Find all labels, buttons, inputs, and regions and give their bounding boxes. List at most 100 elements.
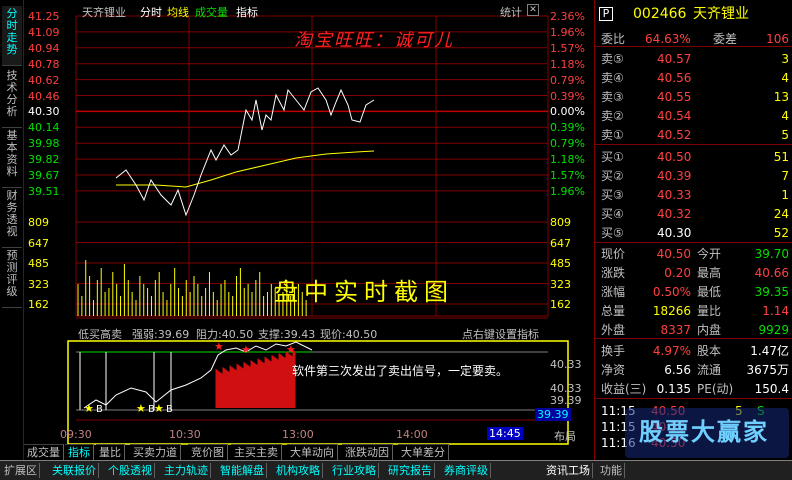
bid-price[interactable]: 40.39	[657, 167, 691, 186]
signal-note: 软件第三次发出了卖出信号，一定要卖。	[292, 364, 509, 378]
ctab-indicator[interactable]: 指标	[65, 444, 94, 460]
bid-label: 买⑤	[601, 226, 624, 240]
ctab-auction[interactable]: 竞价图	[188, 444, 228, 460]
btab-info-factory[interactable]: 资讯工场	[544, 463, 593, 478]
btab-extension[interactable]: 扩展区	[2, 463, 40, 478]
indicator-current: 现价:40.50	[320, 328, 378, 341]
bid-price[interactable]: 40.50	[657, 148, 691, 167]
stat-label: 总量	[601, 304, 626, 318]
menu-indicator[interactable]: 指标	[236, 4, 258, 20]
current-time: 14:45	[487, 427, 523, 440]
menu-avg-line[interactable]: 均线	[167, 4, 189, 20]
volume-tick: 323	[28, 277, 49, 291]
price-line	[115, 87, 375, 217]
btab-broker-rating[interactable]: 券商评级	[442, 463, 491, 478]
intraday-chart[interactable]: ★ ★ ★ ★ ★ ★ B B B 天齐锂业 分时 均线 成交量 指标 统计 ✕ 41.25 2.…	[24, 0, 594, 445]
letter-badge[interactable]: P	[599, 7, 613, 21]
panel-divider	[595, 338, 792, 339]
tab-technical[interactable]: 技术分析	[2, 68, 22, 128]
average-price-line	[116, 150, 375, 188]
pct-tick: 1.18%	[550, 57, 585, 71]
btab-smart-analysis[interactable]: 智能解盘	[218, 463, 267, 478]
pct-tick: 2.36%	[550, 10, 585, 23]
pct-tick: 1.18%	[550, 153, 585, 167]
fund-label: 净资	[601, 363, 626, 377]
btab-main-track[interactable]: 主力轨迹	[162, 463, 211, 478]
watermark-seller: 淘宝旺旺：诚可儿	[294, 30, 454, 51]
price-tick: 40.46	[28, 89, 60, 103]
btab-industry[interactable]: 行业攻略	[330, 463, 379, 478]
stat-value: 40.66	[754, 266, 789, 280]
btab-function[interactable]: 功能	[598, 463, 625, 478]
tab-finance[interactable]: 财务透视	[2, 188, 22, 248]
ctab-buy-sell-power[interactable]: 买卖力道	[130, 444, 181, 460]
layout-button[interactable]: 布局	[554, 428, 576, 444]
svg-text:B: B	[148, 404, 155, 415]
bid-label: 买④	[601, 207, 624, 221]
tab-basic-info[interactable]: 基本资料	[2, 128, 22, 188]
btab-stock-insight[interactable]: 个股透视	[106, 463, 155, 478]
volume-tick-right: 485	[550, 257, 571, 270]
tab-intraday[interactable]: 分时走势	[2, 6, 22, 66]
stat-label: 量比	[697, 304, 722, 318]
ask-price[interactable]: 40.55	[657, 88, 691, 107]
ctab-big-order-diff[interactable]: 大单差分	[398, 444, 449, 460]
fund-label: 股本	[697, 344, 722, 358]
bid-volume: 24	[773, 207, 789, 221]
ask-price[interactable]: 40.52	[657, 126, 691, 145]
menu-intraday[interactable]: 分时	[140, 4, 162, 20]
pct-tick: 0.39%	[550, 89, 585, 103]
pct-tick: 0.00%	[550, 105, 585, 119]
btab-institution[interactable]: 机构攻略	[274, 463, 323, 478]
stat-label: 现价	[601, 247, 626, 261]
stat-value: 0.50%	[652, 285, 691, 299]
stat-label: 最高	[697, 266, 722, 280]
btab-related-quote[interactable]: 关联报价	[50, 463, 99, 478]
ctab-volume[interactable]: 成交量	[24, 444, 64, 460]
time-1400: 14:00	[396, 428, 428, 441]
ctab-change-cause[interactable]: 涨跌动因	[342, 444, 393, 460]
ctab-main-buy-sell[interactable]: 主买主卖	[231, 444, 282, 460]
svg-text:★: ★	[241, 343, 251, 356]
ctab-volume-ratio[interactable]: 量比	[96, 444, 125, 460]
time-0930: 09:30	[60, 428, 92, 441]
indicator-settings-hint[interactable]: 点右键设置指标	[462, 326, 539, 342]
time-1030: 10:30	[169, 428, 201, 441]
indicator-strength: 强弱:39.69	[132, 328, 190, 341]
menu-volume[interactable]: 成交量	[195, 4, 228, 20]
ask-price[interactable]: 40.57	[657, 50, 691, 69]
ask-volume: 4	[781, 71, 789, 85]
stats-button[interactable]: 统计	[500, 4, 522, 20]
close-icon[interactable]: ✕	[527, 4, 539, 16]
bid-volume: 1	[781, 188, 789, 202]
svg-text:★: ★	[154, 402, 164, 415]
btab-research[interactable]: 研究报告	[386, 463, 435, 478]
volume-tick: 485	[28, 257, 49, 270]
sub-axis-bottom: 39.39	[535, 408, 571, 421]
time-1300: 13:00	[282, 428, 314, 441]
bid-price[interactable]: 40.30	[657, 224, 691, 243]
stat-value: 18266	[652, 304, 691, 318]
bid-label: 买②	[601, 169, 624, 183]
panel-divider	[595, 144, 792, 145]
stat-label: 涨跌	[601, 266, 626, 280]
stat-label: 今开	[697, 247, 722, 261]
stat-label: 涨幅	[601, 285, 626, 299]
ask-label: 卖③	[601, 90, 624, 104]
ctab-big-order[interactable]: 大单动向	[287, 444, 338, 460]
tab-forecast[interactable]: 预测评级	[2, 248, 22, 308]
indicator-resistance: 阻力:40.50	[196, 328, 254, 341]
price-tick: 39.67	[28, 169, 60, 182]
fund-value: 6.56	[664, 363, 691, 377]
volume-tick: 809	[28, 216, 49, 229]
fund-label: 收益(三)	[601, 382, 647, 396]
panel-divider	[595, 398, 792, 399]
price-tick: 39.82	[28, 153, 60, 167]
bid-price[interactable]: 40.32	[657, 205, 691, 224]
ask-price[interactable]: 40.56	[657, 69, 691, 88]
fund-label: 流通	[697, 363, 722, 377]
stat-value: 39.70	[754, 247, 789, 261]
bid-price[interactable]: 40.33	[657, 186, 691, 205]
ask-price[interactable]: 40.54	[657, 107, 691, 126]
fund-value: 1.47亿	[750, 344, 789, 358]
